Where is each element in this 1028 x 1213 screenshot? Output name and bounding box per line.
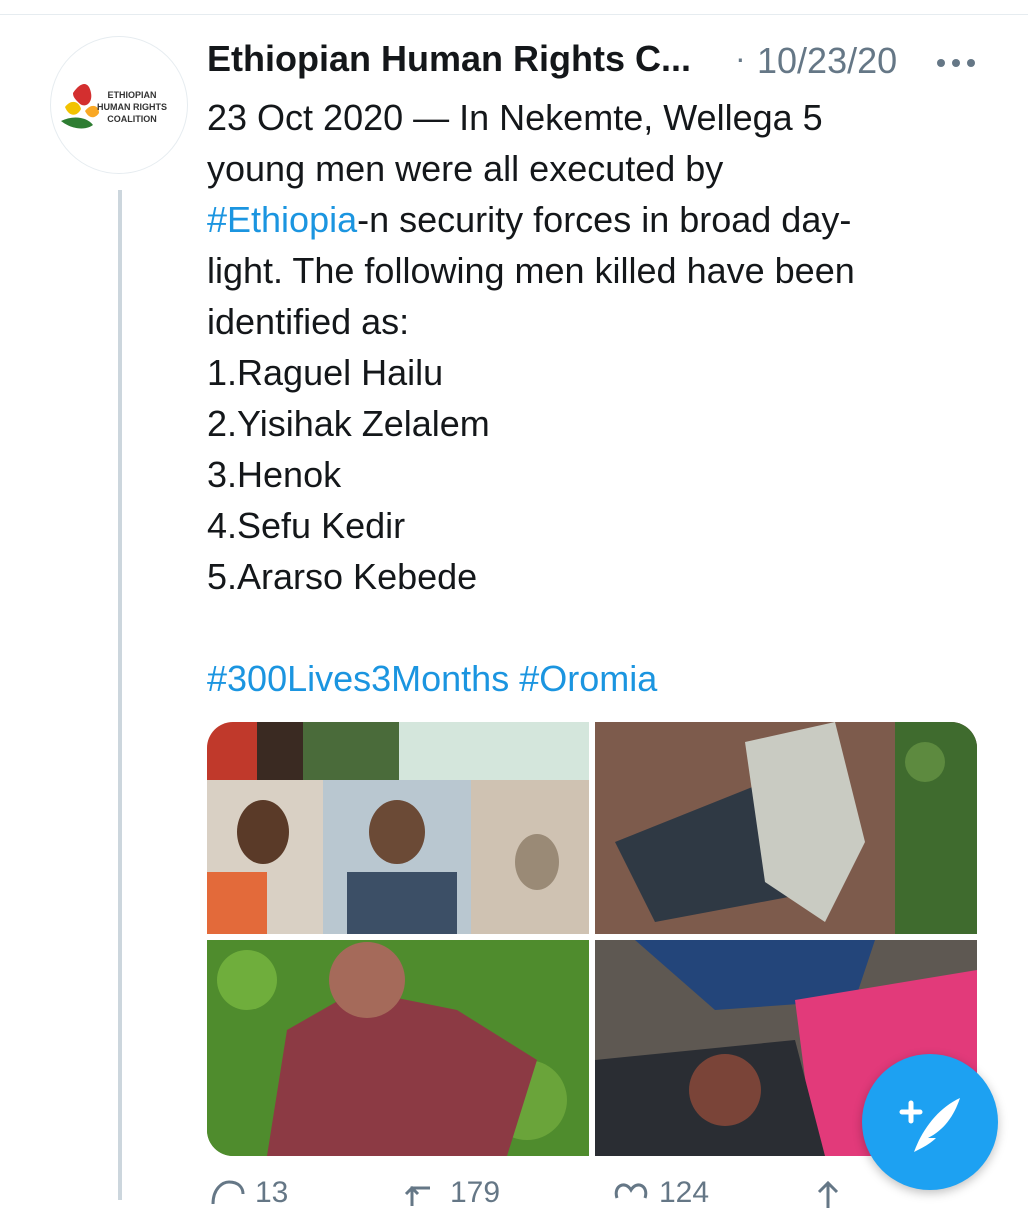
- tweet-header: Ethiopian Human Rights C... · 10/23/20: [207, 38, 1007, 88]
- tweet-text-segment: 4.Sefu Kedir: [207, 505, 406, 546]
- avatar-logo-text: ETHIOPIAN HUMAN RIGHTS COALITION: [97, 90, 167, 124]
- like-button[interactable]: 124: [611, 1176, 709, 1209]
- like-count: 124: [659, 1176, 710, 1209]
- retweet-icon: [404, 1185, 430, 1206]
- profile-avatar[interactable]: ETHIOPIAN HUMAN RIGHTS COALITION: [50, 36, 188, 174]
- tweet-text-line: light. The following men killed have bee…: [207, 245, 967, 296]
- photo-collage-graphic: [207, 722, 589, 934]
- tweet-text-line: 4.Sefu Kedir: [207, 500, 967, 551]
- reply-icon: [211, 1180, 245, 1205]
- top-divider: [0, 14, 1028, 15]
- hashtag-link[interactable]: #300Lives3Months: [207, 658, 509, 699]
- tweet-text-segment: 3.Henok: [207, 454, 342, 495]
- hashtag-link[interactable]: #Oromia: [519, 658, 657, 699]
- hashtag-link[interactable]: #Ethiopia: [207, 199, 357, 240]
- tweet-text-line: 5.Ararso Kebede: [207, 551, 967, 602]
- compose-button[interactable]: [862, 1054, 998, 1190]
- compose-tweet-icon: [899, 1098, 960, 1152]
- tweet-text-line: [207, 602, 967, 653]
- tweet-text-line: 23 Oct 2020 — In Nekemte, Wellega 5: [207, 92, 967, 143]
- tweet-text-segment: -n security forces in broad day-: [357, 199, 852, 240]
- tweet-text-segment: 5.Ararso Kebede: [207, 556, 478, 597]
- heart-icon: [614, 1183, 648, 1199]
- tweet-text-segment: 2.Yisihak Zelalem: [207, 403, 490, 444]
- reply-button[interactable]: 13: [207, 1176, 288, 1209]
- media-photo-1[interactable]: [207, 722, 589, 934]
- share-icon: [817, 1180, 839, 1208]
- retweet-count: 179: [450, 1176, 501, 1209]
- thread-line: [118, 190, 122, 1200]
- tweet-text-line: identified as:: [207, 296, 967, 347]
- header-separator: ·: [735, 40, 746, 76]
- tweet-text-line: 2.Yisihak Zelalem: [207, 398, 967, 449]
- tweet-text-segment: young men were all executed by: [207, 148, 724, 189]
- photo-graphic: [595, 722, 977, 934]
- tweet-text-segment: identified as:: [207, 301, 410, 342]
- reply-count: 13: [255, 1176, 289, 1209]
- retweet-button[interactable]: 179: [402, 1176, 500, 1209]
- tweet-text-line: young men were all executed by: [207, 143, 967, 194]
- tweet-actions: 13 179 124: [207, 1176, 1007, 1209]
- tweet-text-segment: light. The following men killed have bee…: [207, 250, 855, 291]
- tweet-text-segment: [509, 658, 519, 699]
- media-photo-3[interactable]: [207, 940, 589, 1156]
- tweet-text-line: 1.Raguel Hailu: [207, 347, 967, 398]
- tweet-text-line: #Ethiopia-n security forces in broad day…: [207, 194, 967, 245]
- author-name[interactable]: Ethiopian Human Rights C...: [207, 38, 691, 80]
- tweet-date[interactable]: 10/23/20: [757, 40, 897, 82]
- more-dots-icon[interactable]: [936, 58, 976, 68]
- tweet-text-line: 3.Henok: [207, 449, 967, 500]
- tweet-text-segment: 23 Oct 2020 — In Nekemte, Wellega 5: [207, 97, 823, 138]
- share-button[interactable]: [813, 1178, 843, 1208]
- tweet-text-segment: 1.Raguel Hailu: [207, 352, 444, 393]
- tweet-text: 23 Oct 2020 — In Nekemte, Wellega 5 young…: [207, 92, 967, 704]
- photo-graphic: [207, 940, 589, 1156]
- tweet-text-line: #300Lives3Months #Oromia: [207, 653, 967, 704]
- media-photo-2[interactable]: [595, 722, 977, 934]
